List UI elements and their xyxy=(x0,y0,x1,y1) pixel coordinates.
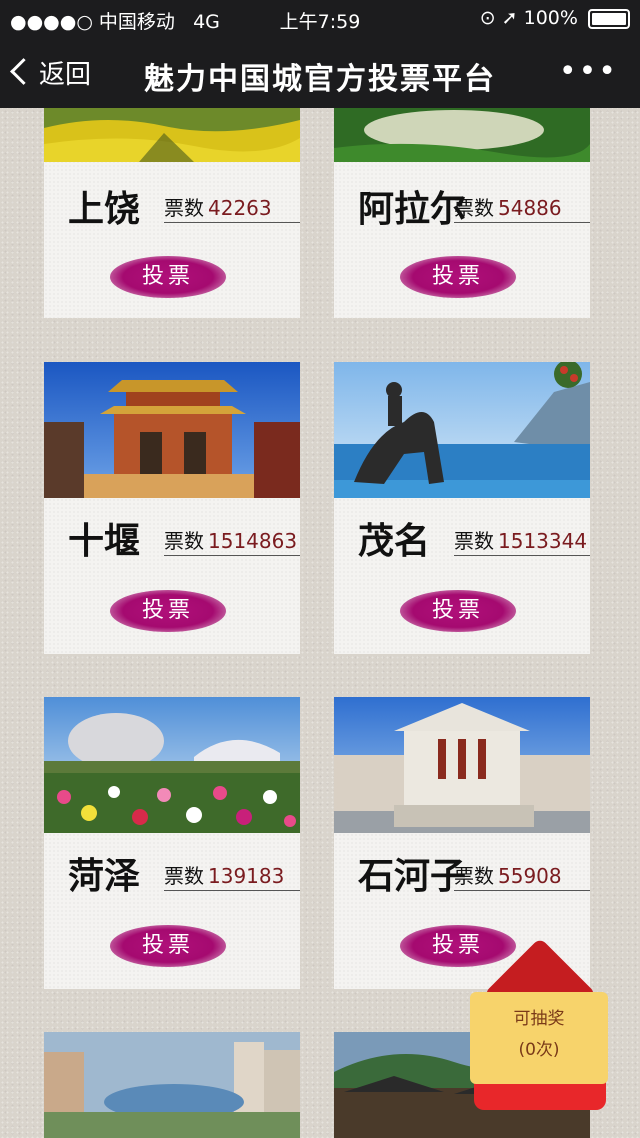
city-photo xyxy=(334,362,590,498)
lottery-chance-card: 可抽奖 (0次) xyxy=(470,992,608,1084)
city-card-shiyan: 十堰 票数 1514863 投票 xyxy=(44,362,300,654)
lottery-count: (0次) xyxy=(518,1040,560,1060)
city-name: 十堰 xyxy=(68,521,141,562)
nav-bar: 返回 魅力中国城官方投票平台 ••• xyxy=(0,36,640,108)
city-photo xyxy=(334,108,590,162)
vote-count: 票数 55908 xyxy=(454,860,590,891)
vote-button[interactable]: 投票 xyxy=(110,256,226,298)
battery-status: ⊙ ➚ 100% xyxy=(480,7,630,29)
page-title: 魅力中国城官方投票平台 xyxy=(144,62,496,97)
vote-count: 票数 54886 xyxy=(454,192,590,223)
lottery-red-envelope[interactable]: 可抽奖 (0次) xyxy=(468,937,610,1112)
battery-icon xyxy=(588,8,630,29)
city-photo xyxy=(44,1032,300,1138)
more-menu-button[interactable]: ••• xyxy=(559,54,618,89)
location-icon: ➚ xyxy=(501,7,518,29)
vote-button[interactable]: 投票 xyxy=(110,925,226,967)
city-card-shangrao: 上饶 票数 42263 投票 xyxy=(44,108,300,318)
lottery-label: 可抽奖 xyxy=(513,1009,565,1029)
city-photo xyxy=(44,362,300,498)
city-name: 上饶 xyxy=(68,189,141,230)
vote-button[interactable]: 投票 xyxy=(110,590,226,632)
city-card-partial-left xyxy=(44,1032,300,1138)
city-card-alaer: 阿拉尔 票数 54886 投票 xyxy=(334,108,590,318)
city-photo xyxy=(334,697,590,833)
vote-count: 票数 1513344 xyxy=(454,525,590,556)
vote-button[interactable]: 投票 xyxy=(400,256,516,298)
city-name: 菏泽 xyxy=(68,856,141,897)
lock-rotation-icon: ⊙ xyxy=(479,7,496,29)
city-name: 石河子 xyxy=(358,856,467,897)
status-bar: ●●●●○ 中国移动 4G 上午7:59 ⊙ ➚ 100% xyxy=(0,0,640,36)
vote-count: 票数 1514863 xyxy=(164,525,300,556)
vote-count: 票数 139183 xyxy=(164,860,300,891)
city-name: 阿拉尔 xyxy=(358,189,467,230)
city-card-heze: 菏泽 票数 139183 投票 xyxy=(44,697,300,989)
vote-count: 票数 42263 xyxy=(164,192,300,223)
city-card-shihezi: 石河子 票数 55908 投票 xyxy=(334,697,590,989)
city-card-maoming: 茂名 票数 1513344 投票 xyxy=(334,362,590,654)
city-photo xyxy=(44,697,300,833)
city-photo xyxy=(44,108,300,162)
city-name: 茂名 xyxy=(358,521,431,562)
vote-button[interactable]: 投票 xyxy=(400,590,516,632)
